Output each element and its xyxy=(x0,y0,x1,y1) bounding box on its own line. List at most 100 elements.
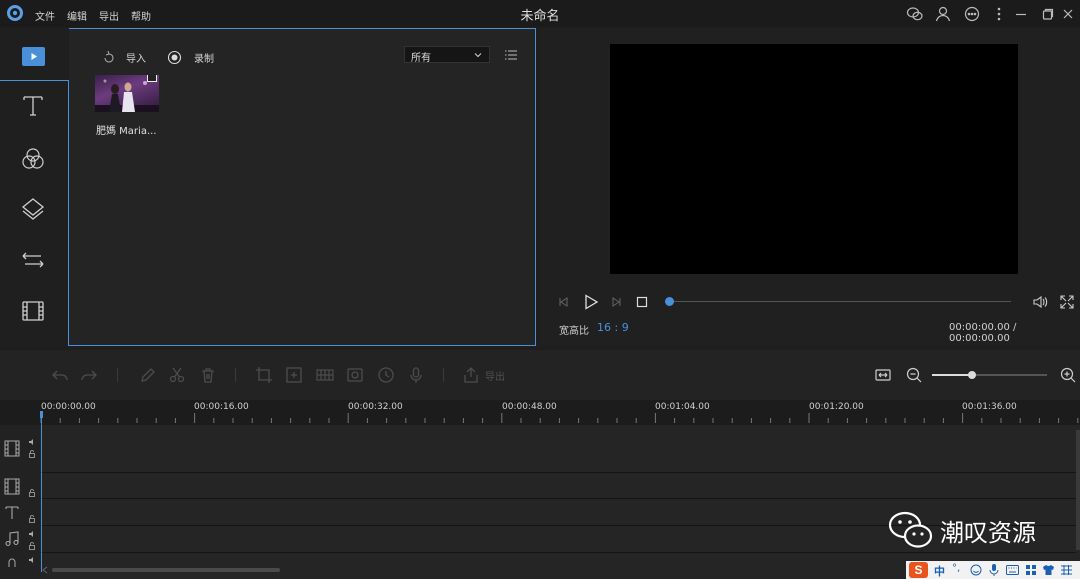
pip-track-icon xyxy=(4,478,20,495)
user-icon[interactable] xyxy=(934,5,952,23)
zoom-out-button[interactable] xyxy=(905,366,923,384)
emoji-icon[interactable] xyxy=(970,564,982,576)
zoom-clip-button[interactable] xyxy=(285,366,303,384)
lock-icon[interactable] xyxy=(28,515,36,523)
watermark-text: 潮叹资源 xyxy=(940,518,1036,547)
video-track-icon xyxy=(4,440,20,457)
sogou-logo-icon[interactable]: S xyxy=(909,562,928,578)
menu-export[interactable]: 导出 xyxy=(99,8,119,23)
play-button[interactable] xyxy=(582,293,600,311)
speaker-icon[interactable] xyxy=(28,530,36,538)
play-outline-icon xyxy=(585,294,599,310)
media-library-panel xyxy=(0,28,536,346)
video-track[interactable] xyxy=(0,425,1076,473)
volume-button[interactable] xyxy=(1032,294,1048,310)
clock-icon xyxy=(378,367,394,383)
ime-mode[interactable]: 中 xyxy=(934,563,945,579)
restore-icon[interactable] xyxy=(1039,5,1057,23)
punctuation-icon[interactable]: °, xyxy=(952,563,960,574)
tab-elements[interactable] xyxy=(20,298,46,324)
zoom-slider-fill xyxy=(932,374,973,376)
tab-text[interactable] xyxy=(20,93,46,119)
skin-shirt-icon[interactable] xyxy=(1042,564,1055,576)
stop-button[interactable] xyxy=(636,296,648,308)
title-bar: 文件 编辑 导出 帮助 未命名 xyxy=(0,0,1080,27)
edit-button[interactable] xyxy=(139,366,157,384)
freeze-frame-button[interactable] xyxy=(346,366,364,384)
watermark: 潮叹资源 xyxy=(888,507,1036,553)
lock-icon[interactable] xyxy=(28,450,36,458)
aspect-ratio-value[interactable]: 16 : 9 xyxy=(597,321,629,334)
time-display: 00:00:00.00 / 00:00:00.00 xyxy=(949,322,1017,344)
tab-media[interactable] xyxy=(22,47,45,66)
aspect-ratio-label: 宽高比 xyxy=(559,326,589,337)
play-icon xyxy=(31,53,37,60)
tab-filters[interactable] xyxy=(20,146,46,172)
import-button[interactable]: 导入 xyxy=(100,49,146,65)
text-icon xyxy=(23,96,43,116)
undo-button[interactable] xyxy=(51,366,69,384)
menu-file[interactable]: 文件 xyxy=(35,8,55,23)
playhead[interactable] xyxy=(41,412,42,572)
feedback-icon[interactable] xyxy=(963,5,981,23)
scissors-icon xyxy=(169,367,185,383)
tab-transitions[interactable] xyxy=(20,247,46,273)
vertical-scrollbar[interactable] xyxy=(1076,430,1080,550)
preview-progress-knob[interactable] xyxy=(665,297,674,306)
redo-button[interactable] xyxy=(80,366,98,384)
mosaic-button[interactable] xyxy=(315,366,335,384)
media-filter-select[interactable]: 所有 xyxy=(404,46,490,64)
import-label: 导入 xyxy=(126,53,146,65)
timeline-scrollbar[interactable] xyxy=(52,568,280,572)
record-button[interactable]: 录制 xyxy=(167,49,214,65)
fit-timeline-button[interactable] xyxy=(874,366,892,384)
close-icon[interactable] xyxy=(1059,5,1077,23)
prev-frame-button[interactable] xyxy=(557,295,571,309)
voice-track-icon xyxy=(6,557,18,569)
more-icon[interactable] xyxy=(990,5,1008,23)
app-logo-icon xyxy=(6,4,24,22)
timeline-tracks xyxy=(0,425,1080,579)
ruler-label: 00:00:32.00 xyxy=(348,402,403,412)
voice-input-icon[interactable] xyxy=(988,563,1000,577)
zoom-in-icon xyxy=(1060,367,1076,383)
media-item[interactable]: 肥媽 Maria... xyxy=(95,75,159,137)
crop-button[interactable] xyxy=(255,366,273,384)
lock-icon[interactable] xyxy=(28,489,36,497)
menu-edit[interactable]: 编辑 xyxy=(67,8,87,23)
lock-icon[interactable] xyxy=(28,542,36,550)
list-view-button[interactable] xyxy=(504,48,518,62)
voiceover-button[interactable] xyxy=(407,366,425,384)
preview-progress-track[interactable] xyxy=(665,297,1011,306)
text-track-icon xyxy=(5,505,19,520)
ruler-label: 00:00:00.00 xyxy=(41,402,96,412)
delete-button[interactable] xyxy=(199,366,217,384)
toolbox-icon[interactable] xyxy=(1025,564,1037,576)
pip-track[interactable] xyxy=(0,473,1076,499)
transition-icon xyxy=(22,252,44,268)
zoom-in-button[interactable] xyxy=(1059,366,1077,384)
grid-menu-icon[interactable] xyxy=(1060,564,1073,576)
split-button[interactable] xyxy=(168,366,186,384)
media-item-name: 肥媽 Maria... xyxy=(96,126,157,137)
timeline-export-button[interactable]: 导出 xyxy=(462,366,505,384)
menu-help[interactable]: 帮助 xyxy=(131,8,151,23)
redo-icon xyxy=(81,370,97,381)
minimize-icon[interactable] xyxy=(1012,5,1030,23)
scroll-left-icon[interactable] xyxy=(42,566,48,574)
media-type-badge-icon xyxy=(147,75,157,82)
ruler-label: 00:00:16.00 xyxy=(194,402,249,412)
zoom-slider-track[interactable] xyxy=(932,371,1047,379)
playhead-handle[interactable] xyxy=(40,411,43,418)
next-frame-button[interactable] xyxy=(609,295,623,309)
duration-button[interactable] xyxy=(377,366,395,384)
list-view-icon xyxy=(505,50,517,60)
step-forward-icon xyxy=(612,297,621,307)
wechat-icon[interactable] xyxy=(906,5,924,23)
speaker-icon[interactable] xyxy=(28,556,36,564)
keyboard-icon[interactable] xyxy=(1006,564,1019,576)
speaker-icon[interactable] xyxy=(28,438,36,446)
ruler-label: 00:01:04.00 xyxy=(655,402,710,412)
fullscreen-button[interactable] xyxy=(1059,294,1075,310)
tab-overlays[interactable] xyxy=(20,196,46,222)
